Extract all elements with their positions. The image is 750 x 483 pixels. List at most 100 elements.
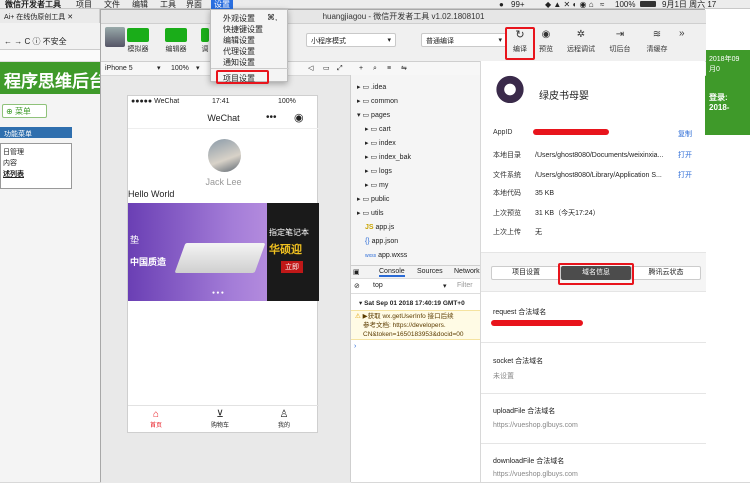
simulator-button[interactable]: 模拟器: [127, 28, 149, 54]
copy-link[interactable]: 复制: [678, 129, 692, 139]
tab-tencent-cloud[interactable]: 腾讯云状态: [631, 266, 701, 280]
search-icon[interactable]: ⌕: [373, 62, 377, 76]
menu-tools[interactable]: 工具: [160, 0, 176, 9]
person-icon: ♙: [279, 409, 289, 420]
left-item[interactable]: 内容: [3, 158, 69, 169]
tree-item[interactable]: ▸ ▭ utils: [357, 207, 384, 221]
info-row: AppID 复制: [493, 129, 692, 138]
clear-cache-button[interactable]: ≋ 清缓存: [646, 28, 668, 54]
tab-sources[interactable]: Sources: [417, 268, 443, 275]
tree-item[interactable]: ▸ ▭ .idea: [357, 81, 386, 95]
user-name: Jack Lee: [205, 177, 242, 187]
file-tree: ▸ ▭ .idea ▸ ▭ common ▾ ▭ pages ▸ ▭ cart …: [350, 75, 480, 285]
preview-button[interactable]: ◉ 预览: [535, 28, 557, 54]
console-prompt[interactable]: ›: [354, 343, 356, 350]
nav-title: WeChat: [207, 113, 240, 123]
context-select[interactable]: top: [373, 282, 383, 289]
user-avatar[interactable]: [208, 139, 241, 172]
page-title: 程序思维后台: [0, 62, 100, 94]
wechat-status-icon: ●: [499, 0, 504, 9]
tree-item[interactable]: ▸ ▭ index: [365, 137, 396, 151]
remote-debug-button[interactable]: ✲ 远程调试: [567, 28, 595, 54]
tab-my[interactable]: ♙ 我的: [278, 409, 290, 429]
mode-select[interactable]: 小程序模式 ▾: [306, 33, 396, 47]
tree-item[interactable]: {} app.json: [365, 235, 398, 249]
phone-screen: ●●●●● WeChat 17:41 100% WeChat ••• ◉ Jac…: [127, 95, 319, 433]
folder-icon: ▭: [370, 126, 378, 133]
device-select[interactable]: iPhone 5: [105, 62, 133, 76]
menu-project[interactable]: 项目: [76, 0, 92, 9]
menu-item-shortcuts[interactable]: 快捷键设置: [223, 24, 263, 35]
address-bar[interactable]: ← → C ⓘ 不安全: [0, 32, 100, 50]
left-item[interactable]: 述列表: [3, 169, 69, 180]
menu-file[interactable]: 文件: [104, 0, 120, 9]
menu-view[interactable]: 界面: [186, 0, 202, 9]
tree-item[interactable]: ▸ ▭ my: [365, 179, 388, 193]
background-button[interactable]: ⇥ 切后台: [609, 28, 631, 54]
tree-item[interactable]: ▸ ▭ index_bak: [365, 151, 411, 165]
compile-highlight: [505, 27, 535, 60]
tree-item[interactable]: JS app.js: [365, 221, 394, 235]
home-icon: ⌂: [152, 409, 160, 420]
window-title: huangjiagou - 微信开发者工具 v1.02.1808101: [101, 10, 706, 24]
folder-icon: ▭: [370, 182, 378, 189]
warning-icon: ⚠: [355, 313, 361, 320]
tree-item[interactable]: ▸ ▭ public: [357, 193, 389, 207]
editor-button[interactable]: 编辑器: [165, 28, 187, 54]
chevron-down-icon: ▾: [196, 65, 200, 72]
left-menu-list: 日管理 内容 述列表: [0, 143, 72, 189]
simulator-icon: [127, 28, 149, 42]
left-item[interactable]: 日管理: [3, 147, 69, 158]
menu-button[interactable]: ⊕ 菜单: [2, 104, 47, 118]
menu-item-appearance[interactable]: 外观设置 ⌘,: [223, 13, 277, 24]
clear-console-icon[interactable]: ⊘: [354, 282, 360, 290]
zoom-select[interactable]: 100%: [171, 62, 189, 76]
tab-project-settings[interactable]: 项目设置: [491, 266, 561, 280]
tab-console[interactable]: Console: [379, 268, 405, 277]
menu-edit[interactable]: 编辑: [132, 0, 148, 9]
more-dots-icon[interactable]: •••: [266, 107, 277, 129]
upload-domain-value: https://vueshop.glbuys.com: [493, 422, 578, 429]
phone-icon[interactable]: ▭: [323, 62, 330, 76]
tree-item[interactable]: ▸ ▭ logs: [365, 165, 392, 179]
collapse-icon[interactable]: ≡: [387, 62, 391, 76]
banner-text: 垫: [130, 235, 140, 245]
chevron-down-icon: ▾: [498, 37, 502, 44]
expand-icon[interactable]: ⤢: [337, 62, 343, 76]
app-menu[interactable]: 微信开发者工具: [5, 0, 61, 9]
socket-domain-value: 未设置: [493, 373, 514, 380]
tree-item[interactable]: ▾ ▭ pages: [357, 109, 390, 123]
add-file-icon[interactable]: +: [359, 62, 363, 76]
panel-icon[interactable]: ▣: [353, 268, 360, 276]
eye-icon: ◉: [541, 29, 551, 40]
rotate-icon[interactable]: ◁: [308, 62, 313, 76]
carousel-dots: ● ● ●: [212, 290, 224, 296]
compile-select[interactable]: 普通编译 ▾: [421, 33, 507, 47]
folder-icon: ▭: [362, 210, 370, 217]
menu-settings[interactable]: 设置: [211, 0, 233, 9]
debugger-button[interactable]: 调: [201, 28, 209, 54]
tab-cart[interactable]: ⊻ 购物车: [211, 409, 229, 429]
split-icon[interactable]: ⇋: [401, 62, 407, 76]
tab-network[interactable]: Network: [454, 268, 481, 275]
user-avatar[interactable]: [105, 27, 125, 47]
target-icon[interactable]: ◉: [294, 107, 304, 129]
browser-tab[interactable]: Ai+ 在线伪原创工具 ✕: [0, 9, 100, 23]
debugger-icon: [201, 28, 209, 42]
menu-item-notify[interactable]: 通知设置: [223, 57, 255, 68]
open-link[interactable]: 打开: [678, 150, 692, 160]
folder-icon: ▭: [370, 168, 378, 175]
tab-home[interactable]: ⌂ 首页: [150, 409, 162, 429]
json-file-icon: {}: [365, 238, 370, 245]
menu-item-proxy[interactable]: 代理设置: [223, 46, 255, 57]
menu-item-editor[interactable]: 编辑设置: [223, 35, 255, 46]
open-link[interactable]: 打开: [678, 170, 692, 180]
more-icon[interactable]: »: [679, 28, 685, 39]
tree-item[interactable]: ▸ ▭ common: [357, 95, 398, 109]
banner-image-2[interactable]: 指定笔记本 华硕迎 立即: [267, 203, 319, 301]
tree-item[interactable]: wxss app.wxss: [365, 249, 407, 264]
wxss-file-icon: wxss: [365, 253, 377, 259]
layers-icon: ≋: [652, 29, 662, 40]
filter-input[interactable]: Filter: [457, 282, 473, 289]
tree-item[interactable]: ▸ ▭ cart: [365, 123, 391, 137]
